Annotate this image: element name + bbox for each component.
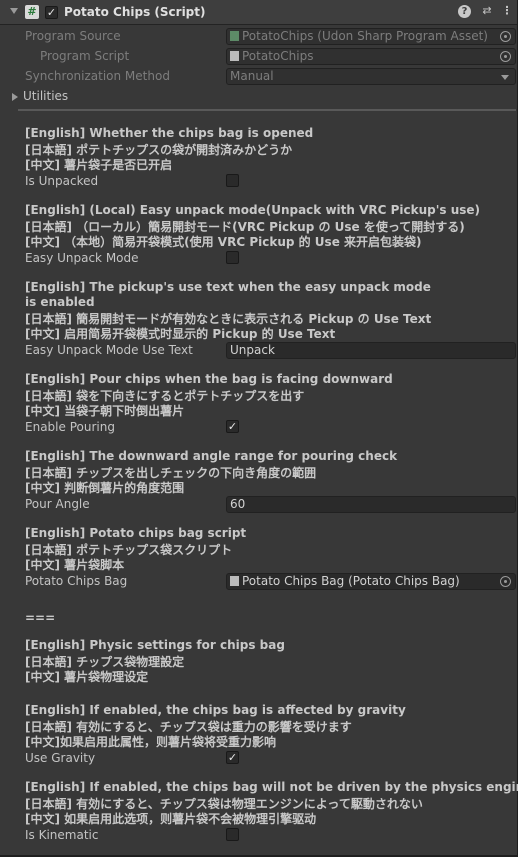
pouring-desc-zh: [中文] 当袋子朝下时倒出薯片 xyxy=(25,404,185,418)
divider-text: === xyxy=(25,611,56,625)
gravity-desc-en: [English] If enabled, the chips bag is a… xyxy=(25,703,406,717)
physics-header-zh: [中文] 薯片袋物理设定 xyxy=(25,670,149,684)
pour-angle-label: Pour Angle xyxy=(25,497,90,511)
chips-bag-desc-en: [English] Potato chips bag script xyxy=(25,526,247,540)
sync-method-value: Manual xyxy=(230,69,274,83)
script-file-icon xyxy=(230,51,239,61)
program-script-field[interactable]: PotatoChips xyxy=(226,48,516,65)
is-unpacked-checkbox[interactable] xyxy=(226,174,239,187)
kinematic-desc-zh: [中文] 如果启用此选项，则薯片袋不会被物理引擎驱动 xyxy=(25,812,317,826)
panel-bottom-border xyxy=(0,855,518,856)
sync-method-label: Synchronization Method xyxy=(25,69,170,83)
program-source-label: Program Source xyxy=(25,29,121,43)
is-kinematic-checkbox[interactable] xyxy=(226,828,239,841)
foldout-arrow-icon[interactable] xyxy=(10,8,18,14)
pour-angle-desc-zh: [中文] 判断倒薯片的角度范围 xyxy=(25,481,185,495)
presets-icon[interactable]: ⇄ xyxy=(480,4,494,18)
easy-unpack-desc-zh: [中文] （本地）简易开袋模式(使用 VRC Pickup 的 Use 来开启包… xyxy=(25,235,422,249)
program-source-field[interactable]: PotatoChips (Udon Sharp Program Asset) xyxy=(226,28,516,45)
script-icon: # xyxy=(25,5,39,19)
is-unpacked-desc-en: [English] Whether the chips bag is opene… xyxy=(25,126,314,140)
use-text-input[interactable]: Unpack xyxy=(226,342,516,359)
is-unpacked-desc-zh: [中文] 薯片袋子是否已开启 xyxy=(25,158,173,172)
component-title: Potato Chips (Script) xyxy=(64,5,206,19)
use-text-label: Easy Unpack Mode Use Text xyxy=(25,343,193,357)
program-script-label: Program Script xyxy=(40,49,130,63)
object-picker-icon[interactable] xyxy=(500,51,511,62)
component-header[interactable]: # ✓ Potato Chips (Script) ? ⇄ ⋮ xyxy=(0,0,517,25)
easy-unpack-checkbox[interactable] xyxy=(226,251,239,264)
section-divider xyxy=(18,109,516,111)
chips-bag-value: Potato Chips Bag (Potato Chips Bag) xyxy=(242,574,460,588)
program-source-value: PotatoChips (Udon Sharp Program Asset) xyxy=(242,29,488,43)
object-picker-icon[interactable] xyxy=(500,576,511,587)
chips-bag-desc-zh: [中文] 薯片袋脚本 xyxy=(25,558,125,572)
enable-pouring-label: Enable Pouring xyxy=(25,420,115,434)
use-gravity-label: Use Gravity xyxy=(25,751,96,765)
script-file-icon xyxy=(230,576,239,586)
easy-unpack-desc-en: [English] (Local) Easy unpack mode(Unpac… xyxy=(25,203,481,217)
pour-angle-desc-en: [English] The downward angle range for p… xyxy=(25,449,398,463)
kinematic-desc-en: [English] If enabled, the chips bag will… xyxy=(25,780,518,794)
sync-method-dropdown[interactable]: Manual xyxy=(226,68,516,85)
gravity-desc-zh: [中文]如果启用此属性，则薯片袋将受重力影响 xyxy=(25,735,276,749)
pouring-desc-en: [English] Pour chips when the bag is fac… xyxy=(25,372,393,386)
use-text-desc-en: [English] The pickup's use text when the… xyxy=(25,280,431,294)
udon-asset-icon xyxy=(230,31,239,41)
component-enabled-checkbox[interactable]: ✓ xyxy=(45,6,58,19)
use-text-desc-en-cont: is enabled xyxy=(25,295,95,309)
enable-pouring-checkbox[interactable]: ✓ xyxy=(226,420,239,433)
use-text-desc-zh: [中文] 启用简易开袋模式时显示的 Pickup 的 Use Text xyxy=(25,327,336,341)
is-unpacked-label: Is Unpacked xyxy=(25,174,99,188)
easy-unpack-label: Easy Unpack Mode xyxy=(25,251,139,265)
object-picker-icon[interactable] xyxy=(500,31,511,42)
program-script-value: PotatoChips xyxy=(242,49,314,63)
chips-bag-field[interactable]: Potato Chips Bag (Potato Chips Bag) xyxy=(226,573,516,590)
chevron-down-icon xyxy=(501,75,509,80)
utilities-foldout-label[interactable]: Utilities xyxy=(23,89,68,103)
utilities-foldout-icon[interactable] xyxy=(12,93,18,101)
use-gravity-checkbox[interactable]: ✓ xyxy=(226,751,239,764)
is-kinematic-label: Is Kinematic xyxy=(25,828,99,842)
physics-header-en: [English] Physic settings for chips bag xyxy=(25,638,285,652)
help-icon[interactable]: ? xyxy=(458,5,471,18)
chips-bag-label: Potato Chips Bag xyxy=(25,574,128,588)
more-menu-icon[interactable]: ⋮ xyxy=(500,4,514,18)
pour-angle-input[interactable]: 60 xyxy=(226,496,516,513)
